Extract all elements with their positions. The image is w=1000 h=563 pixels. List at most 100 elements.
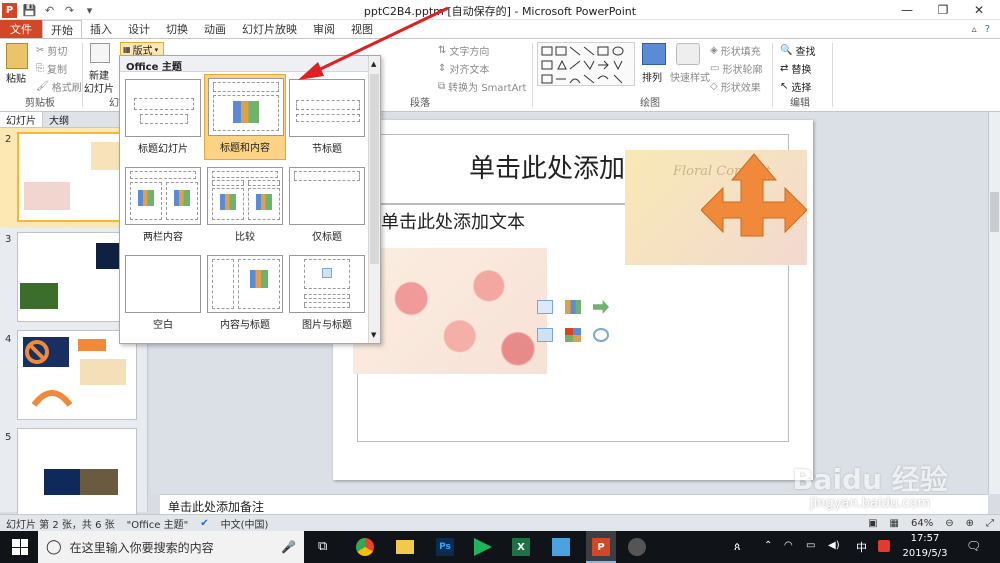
microphone-icon[interactable]: 🎤 [281, 540, 296, 554]
insert-clipart-icon[interactable] [565, 328, 581, 342]
zoom-level[interactable]: 64% [905, 518, 939, 529]
excel-icon[interactable]: X [512, 538, 530, 556]
file-explorer-icon[interactable] [396, 540, 414, 554]
scrollbar-thumb[interactable] [370, 74, 379, 264]
media-player-icon[interactable] [474, 538, 492, 556]
select-button[interactable]: 选择 [791, 79, 811, 94]
people-icon[interactable]: ጰ [734, 540, 741, 554]
close-button[interactable]: ✕ [962, 0, 996, 20]
layout-thumb [289, 167, 365, 225]
tray-chevron-icon[interactable]: ⌃ [764, 540, 772, 551]
quick-styles-button[interactable]: 快速样式 [670, 69, 710, 84]
arrange-button[interactable]: 排列 [642, 69, 662, 84]
insert-media-icon[interactable] [593, 328, 609, 342]
scroll-down-icon[interactable]: ▼ [371, 331, 376, 339]
view-normal-icon[interactable]: ▣ [862, 518, 883, 529]
windows-start-icon[interactable] [12, 539, 28, 555]
minimize-button[interactable]: — [890, 0, 924, 20]
tab-transitions[interactable]: 切换 [158, 20, 196, 38]
ribbon-collapse-icon[interactable]: ▵ [972, 24, 977, 35]
cut-button[interactable]: 剪切 [47, 43, 67, 58]
copy-button[interactable]: 复制 [47, 61, 67, 76]
shape-outline-button[interactable]: 形状轮廓 [722, 61, 762, 76]
taskbar-search-box[interactable]: ◯ 在这里输入你要搜索的内容 🎤 [38, 531, 304, 563]
quick-styles-icon[interactable] [676, 43, 700, 65]
arrange-icon[interactable] [642, 43, 666, 65]
slide-number: 2 [5, 134, 12, 145]
layout-gallery-scrollbar[interactable]: ▲ ▼ [368, 56, 380, 343]
arrow-shape-thumb [78, 339, 106, 351]
clock-time[interactable]: 17:57 [900, 533, 950, 544]
floral-banner-image[interactable]: Floral Concept [625, 150, 807, 265]
layout-picture-with-caption[interactable]: 图片与标题 [286, 252, 368, 338]
paste-button[interactable]: 粘贴 [6, 70, 26, 85]
clock-date[interactable]: 2019/5/3 [900, 548, 950, 559]
animal-image-thumb [80, 469, 118, 495]
maximize-button[interactable]: ❐ [926, 0, 960, 20]
zoom-in-icon[interactable]: ⊕ [960, 518, 980, 529]
layout-title-slide[interactable]: 标题幻灯片 [122, 76, 204, 162]
view-sorter-icon[interactable]: ▦ [884, 518, 905, 529]
shape-icons [541, 46, 624, 84]
volume-icon[interactable]: ◀) [828, 540, 840, 551]
tab-animations[interactable]: 动画 [196, 20, 234, 38]
layout-title-only[interactable]: 仅标题 [286, 164, 368, 250]
save-icon[interactable]: 💾 [22, 3, 37, 18]
theme-status: "Office 主题" [126, 519, 189, 531]
scrollbar-thumb[interactable] [990, 192, 999, 232]
layout-title-and-content[interactable]: 标题和内容 [204, 74, 286, 160]
ime-indicator[interactable]: 中 [856, 539, 867, 555]
powerpoint-taskbar-button[interactable]: P [586, 531, 616, 563]
canvas-scrollbar[interactable] [988, 112, 1000, 494]
layout-label: 标题和内容 [220, 143, 270, 154]
content-placeholder[interactable]: 单击此处添加文本 [381, 208, 525, 234]
battery-icon[interactable]: ▭ [806, 540, 815, 551]
app-icon[interactable] [552, 538, 570, 556]
insert-chart-icon[interactable] [565, 300, 581, 314]
layout-comparison[interactable]: 比较 [204, 164, 286, 250]
insert-table-icon[interactable] [537, 300, 553, 314]
spellcheck-icon[interactable]: ✔ [194, 518, 214, 529]
layout-label: 空白 [153, 320, 173, 331]
replace-button[interactable]: 替换 [791, 61, 811, 76]
shapes-gallery[interactable] [537, 42, 635, 86]
wifi-icon[interactable]: ◠ [784, 540, 793, 551]
fit-slide-icon[interactable]: ⤢ [980, 518, 1000, 529]
tab-slides[interactable]: 幻灯片 [0, 112, 43, 127]
new-slide-icon[interactable] [90, 43, 110, 63]
zoom-out-icon[interactable]: ⊖ [939, 518, 959, 529]
notifications-icon[interactable]: 🗨 [966, 539, 981, 553]
powerpoint-logo-icon[interactable]: P [2, 2, 17, 18]
tab-file[interactable]: 文件 [0, 20, 42, 38]
insert-picture-icon[interactable] [537, 328, 553, 342]
help-icon[interactable]: ? [985, 24, 990, 35]
paste-icon[interactable] [6, 43, 28, 69]
slide-thumb-5[interactable] [17, 428, 137, 518]
redo-icon[interactable]: ↷ [62, 3, 77, 18]
photoshop-icon[interactable]: Ps [436, 538, 454, 556]
user-avatar-icon[interactable] [628, 538, 646, 556]
slide[interactable]: 单击此处添加标题 单击此处添加文本 Floral Concept [333, 120, 813, 480]
format-painter-button[interactable]: 格式刷 [52, 79, 82, 94]
shape-effects-button[interactable]: 形状效果 [721, 79, 761, 94]
new-slide-button-line2[interactable]: 幻灯片 [84, 80, 114, 95]
layout-content-with-caption[interactable]: 内容与标题 [204, 252, 286, 338]
layout-thumb [207, 255, 283, 313]
tab-home[interactable]: 开始 [42, 20, 82, 38]
layout-blank[interactable]: 空白 [122, 252, 204, 338]
sogou-ime-icon[interactable] [878, 540, 890, 552]
layout-two-content[interactable]: 两栏内容 [122, 164, 204, 250]
chrome-icon[interactable] [356, 538, 374, 556]
undo-icon[interactable]: ↶ [42, 3, 57, 18]
tab-design[interactable]: 设计 [120, 20, 158, 38]
language-status[interactable]: 中文(中国) [215, 516, 275, 531]
windows-taskbar: ◯ 在这里输入你要搜索的内容 🎤 ⧉ Ps X P ጰ ⌃ ◠ ▭ ◀) 中 1… [0, 531, 1000, 563]
editing-group-label: 编辑 [790, 98, 810, 109]
task-view-icon[interactable]: ⧉ [318, 539, 327, 554]
tab-insert[interactable]: 插入 [82, 20, 120, 38]
customize-qat-icon[interactable]: ▾ [82, 3, 97, 18]
shape-fill-button[interactable]: 形状填充 [721, 43, 761, 58]
flower-image[interactable] [353, 248, 547, 374]
tab-outline[interactable]: 大纲 [43, 112, 75, 127]
find-button[interactable]: 查找 [795, 43, 815, 58]
